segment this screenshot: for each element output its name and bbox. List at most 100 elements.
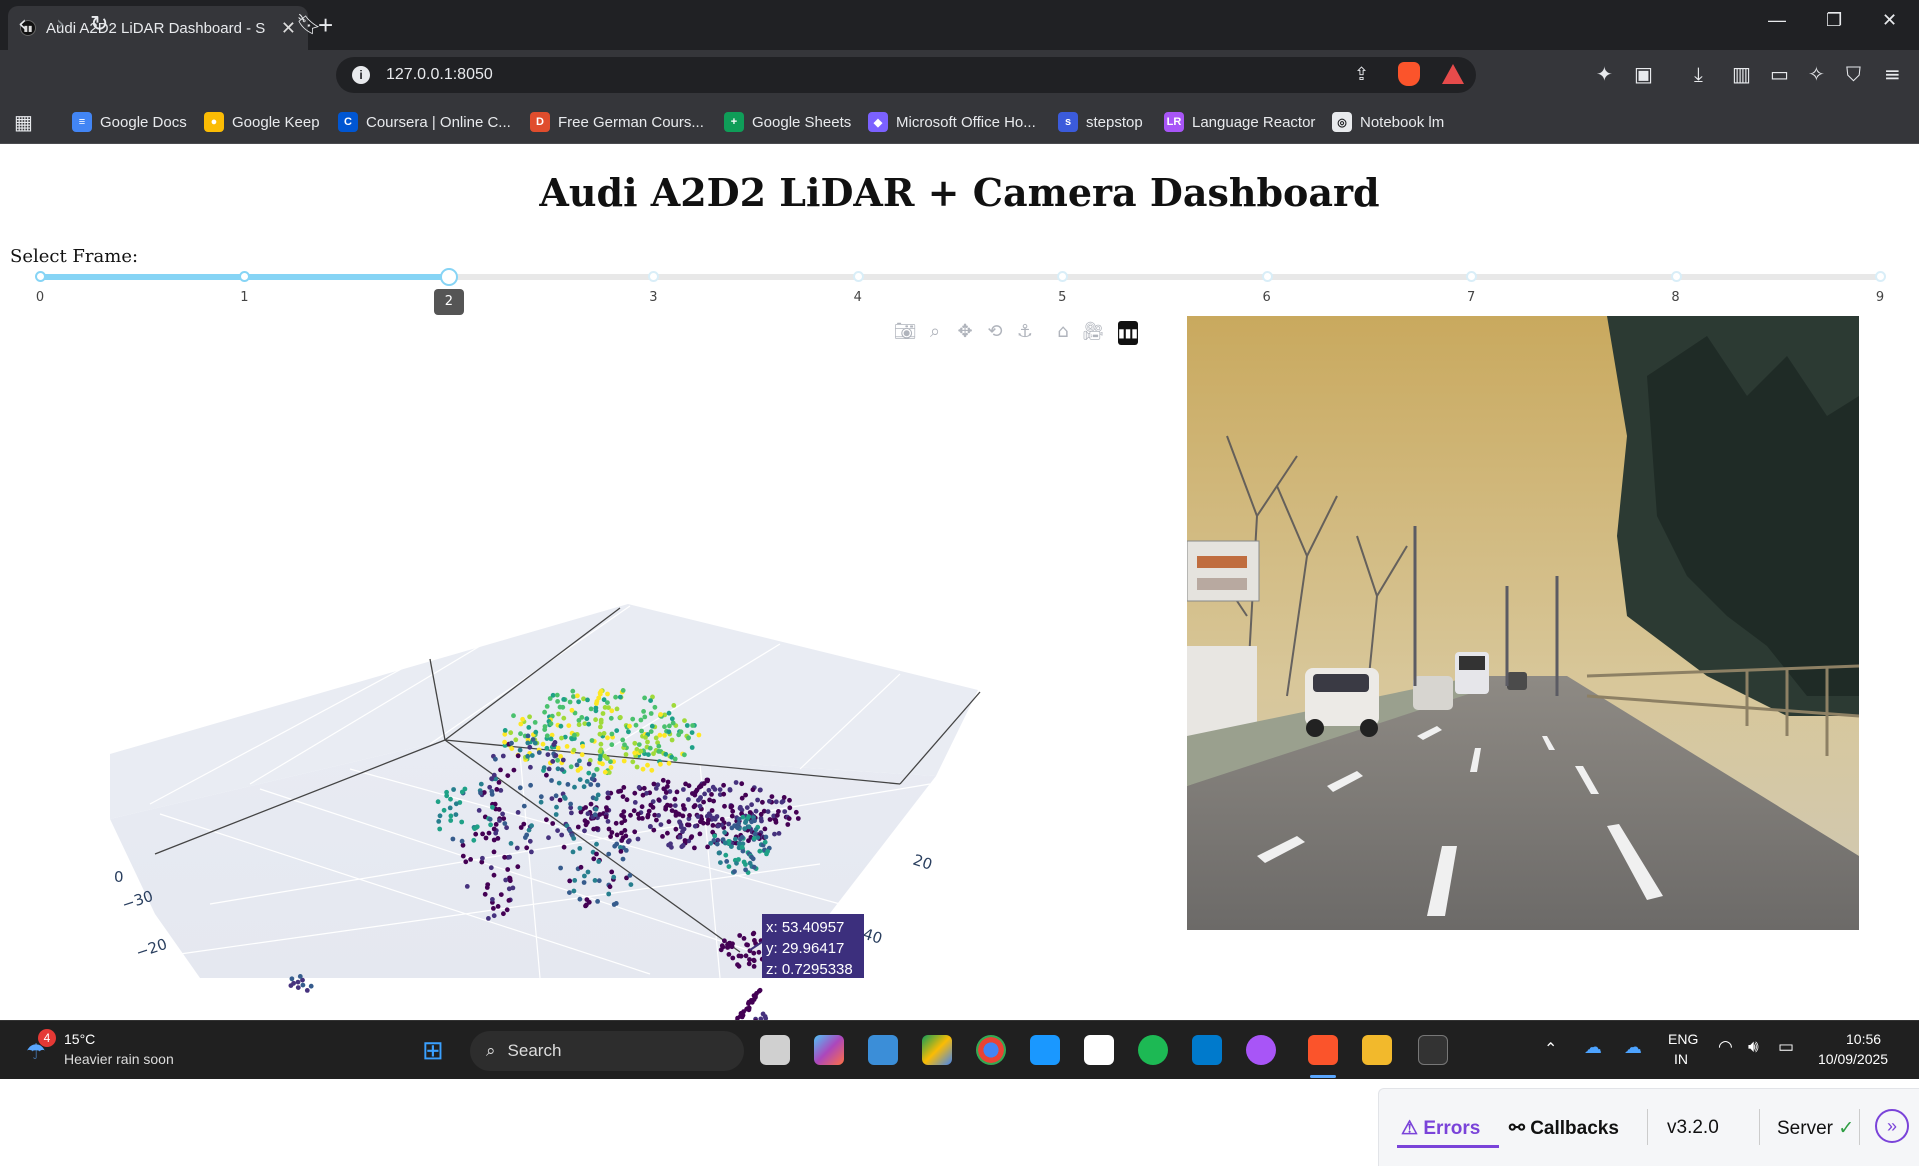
slider-step-dot[interactable]: [852, 271, 864, 282]
browser-tab-active[interactable]: ▮▮ Audi A2D2 LiDAR Dashboard - S ✕: [8, 6, 308, 50]
windows-taskbar: ☂ 4 15°C Heavier rain soon ⊞ ⌕ Search ⌃ …: [0, 1020, 1919, 1079]
task-view-icon[interactable]: [760, 1035, 790, 1065]
site-info-icon[interactable]: i: [352, 66, 370, 84]
lidar-point: [773, 817, 779, 823]
slider-mark-label[interactable]: 1: [240, 290, 248, 305]
bookmark-item[interactable]: LR Language Reactor: [1164, 108, 1315, 136]
clock-time[interactable]: 10:56: [1846, 1031, 1881, 1047]
lidar-point: [582, 818, 588, 824]
restore-button[interactable]: ❐: [1826, 10, 1842, 31]
vpn-icon[interactable]: ⛉: [1846, 62, 1861, 86]
camera-icon[interactable]: 📷︎: [890, 321, 920, 345]
leo-ai-icon[interactable]: ✧: [1808, 62, 1825, 86]
reload-icon[interactable]: ↻: [90, 12, 108, 37]
taskbar-search[interactable]: ⌕ Search: [470, 1031, 744, 1071]
bookmark-item[interactable]: D Free German Cours...: [530, 108, 704, 136]
temperature[interactable]: 15°C: [64, 1031, 95, 1047]
camera-view-icon[interactable]: 🎥︎: [1078, 321, 1108, 345]
slider-step-dot[interactable]: [1670, 271, 1682, 282]
bookmark-item[interactable]: s stepstop: [1058, 108, 1143, 136]
bookmark-item[interactable]: + Google Sheets: [724, 108, 851, 136]
bookmark-icon[interactable]: 🔖︎: [296, 12, 321, 36]
orbit-icon[interactable]: ⟲: [980, 321, 1010, 345]
collapse-debug-icon[interactable]: »: [1875, 1109, 1909, 1143]
back-arrow-icon[interactable]: ‹: [18, 12, 27, 37]
slider-step-dot[interactable]: [1466, 271, 1478, 282]
windows-start-icon[interactable]: ⊞: [422, 1035, 444, 1066]
share-icon[interactable]: ⇪: [1354, 64, 1369, 85]
tray-overflow-icon[interactable]: ⌃: [1544, 1039, 1557, 1059]
frame-slider-handle[interactable]: [439, 268, 458, 286]
turntable-icon[interactable]: ⚓︎: [1010, 321, 1040, 345]
slider-step-dot[interactable]: [1261, 271, 1273, 282]
spotify-icon[interactable]: [1138, 1035, 1168, 1065]
copilot-icon[interactable]: [814, 1035, 844, 1065]
download-icon[interactable]: ⤓: [1694, 62, 1703, 86]
language-top[interactable]: ENG: [1668, 1031, 1698, 1047]
sidebar-icon[interactable]: ▥: [1732, 62, 1751, 86]
bookmark-item[interactable]: ◆ Microsoft Office Ho...: [868, 108, 1036, 136]
battery-icon[interactable]: ▭: [1778, 1037, 1794, 1057]
extensions-icon[interactable]: ✦: [1596, 62, 1613, 86]
apps-grid-icon[interactable]: ▦: [14, 108, 33, 136]
address-bar[interactable]: i 127.0.0.1:8050: [336, 57, 1476, 93]
reader-icon[interactable]: ▣: [1634, 62, 1653, 86]
pan-icon[interactable]: ✥: [950, 321, 980, 345]
weather-forecast[interactable]: Heavier rain soon: [64, 1051, 174, 1067]
photos-icon[interactable]: [868, 1035, 898, 1065]
onedrive-business-icon[interactable]: ☁: [1624, 1037, 1642, 1058]
terminal-icon[interactable]: [1418, 1035, 1448, 1065]
errors-tab[interactable]: ⚠ Errors: [1401, 1117, 1480, 1140]
slider-mark-label[interactable]: 8: [1671, 290, 1679, 305]
home-icon[interactable]: ⌂: [1048, 321, 1078, 345]
notion-icon[interactable]: [1084, 1035, 1114, 1065]
lidar-point: [606, 891, 612, 897]
bookmark-item[interactable]: ● Google Keep: [204, 108, 320, 136]
wallet-icon[interactable]: ▭: [1770, 62, 1789, 86]
lidar-point: [746, 961, 752, 967]
lidar-point: [785, 822, 791, 827]
brave-browser-icon[interactable]: [1308, 1035, 1338, 1065]
slider-step-dot[interactable]: [35, 271, 46, 282]
wifi-icon[interactable]: ◠: [1718, 1037, 1733, 1057]
slider-mark-label[interactable]: 7: [1467, 290, 1475, 305]
lidar-point: [793, 809, 799, 815]
google-drive-icon[interactable]: [922, 1035, 952, 1065]
slider-mark-label[interactable]: 4: [854, 290, 862, 305]
callbacks-tab[interactable]: ⚯ Callbacks: [1509, 1117, 1619, 1140]
slider-step-dot[interactable]: [648, 271, 660, 282]
app-icon[interactable]: [1246, 1035, 1276, 1065]
slider-step-dot[interactable]: [1875, 271, 1886, 282]
vscode-icon[interactable]: [1192, 1035, 1222, 1065]
url-text[interactable]: 127.0.0.1:8050: [386, 66, 493, 84]
slider-step-dot[interactable]: [239, 271, 251, 282]
close-window-button[interactable]: ✕: [1882, 10, 1897, 31]
onedrive-icon[interactable]: ☁: [1584, 1037, 1602, 1058]
lidar-point: [753, 827, 759, 833]
menu-icon[interactable]: ≡: [1884, 62, 1901, 86]
zoom-icon[interactable]: ⌕: [920, 321, 950, 345]
volume-icon[interactable]: 🔊︎: [1748, 1037, 1759, 1057]
chrome-icon[interactable]: [976, 1035, 1006, 1065]
file-explorer-icon[interactable]: [1362, 1035, 1392, 1065]
slider-step-dot[interactable]: [1057, 271, 1069, 282]
forward-arrow-icon[interactable]: ›: [56, 12, 65, 37]
slider-mark-label[interactable]: 6: [1263, 290, 1271, 305]
slider-mark-label[interactable]: 3: [649, 290, 657, 305]
language-bottom[interactable]: IN: [1674, 1051, 1688, 1067]
prime-video-icon[interactable]: [1030, 1035, 1060, 1065]
brave-rewards-icon[interactable]: [1442, 64, 1464, 84]
plotly-logo-icon[interactable]: ▮▮▮: [1118, 321, 1138, 345]
bookmark-item[interactable]: ◎ Notebook lm: [1332, 108, 1444, 136]
slider-mark-label[interactable]: 9: [1876, 290, 1884, 305]
minimize-button[interactable]: —: [1768, 10, 1786, 31]
lidar-3d-scatter[interactable]: 0 −30 −20 20 40 x: 53.40957 y: 29.96417 …: [0, 344, 1180, 1064]
bookmark-item[interactable]: C Coursera | Online C...: [338, 108, 511, 136]
slider-mark-label[interactable]: 5: [1058, 290, 1066, 305]
lidar-point: [682, 752, 687, 758]
tab-close-icon[interactable]: ✕: [281, 18, 296, 39]
bookmark-item[interactable]: ≡ Google Docs: [72, 108, 187, 136]
clock-date[interactable]: 10/09/2025: [1818, 1051, 1888, 1067]
slider-mark-label[interactable]: 0: [36, 290, 44, 305]
brave-shields-icon[interactable]: [1398, 62, 1420, 86]
